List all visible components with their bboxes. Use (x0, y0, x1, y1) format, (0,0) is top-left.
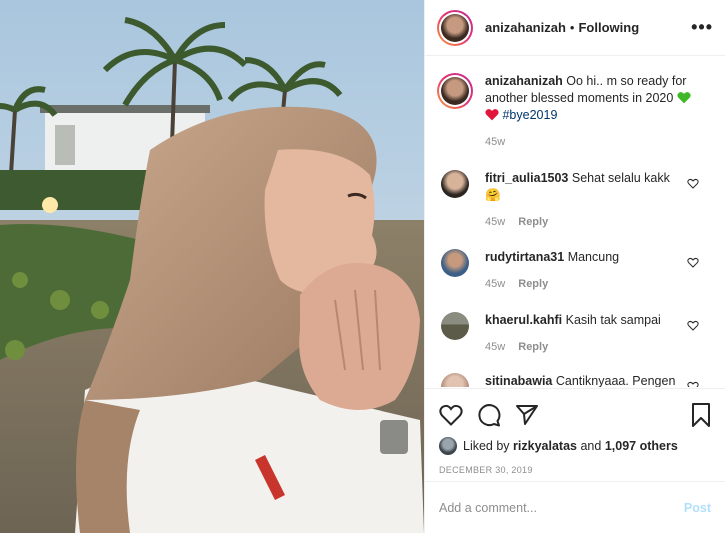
comment-bubble-icon[interactable] (477, 403, 501, 427)
likes-count[interactable]: 1,097 others (605, 439, 678, 453)
comments-list[interactable]: anizahanizah Oo hi.. m so ready for anot… (425, 57, 725, 387)
comment-avatar[interactable] (441, 249, 469, 277)
likes-and: and (580, 439, 602, 453)
red-heart-icon (485, 109, 499, 121)
comment-avatar[interactable] (441, 312, 469, 340)
likes-summary: Liked by rizkyalatas and 1,097 others (439, 437, 711, 455)
comment-body: khaerul.kahfi Kasih tak sampai 45w Reply (485, 312, 695, 356)
instagram-post: anizahanizah • Following ••• anizahaniza… (0, 0, 725, 533)
post-actions: Liked by rizkyalatas and 1,097 others DE… (425, 388, 725, 475)
post-side-panel: anizahanizah • Following ••• anizahaniza… (424, 0, 725, 533)
caption-meta: 45w (485, 134, 705, 151)
comment-like-icon[interactable] (687, 257, 699, 268)
liker-avatar[interactable] (439, 437, 457, 455)
action-icons (439, 401, 711, 429)
author-avatar[interactable] (437, 9, 473, 46)
comment-text: Sehat selalu kakk (571, 171, 670, 185)
caption-avatar[interactable] (437, 73, 473, 109)
post-photo[interactable] (0, 0, 424, 533)
heart-icon[interactable] (439, 404, 463, 426)
comment-time[interactable]: 45w (485, 216, 505, 228)
comment-text: Mancung (567, 250, 620, 264)
bookmark-icon[interactable] (691, 403, 711, 427)
caption-username[interactable]: anizahanizah (485, 74, 563, 88)
post-image (0, 0, 424, 533)
separator-dot: • (569, 20, 575, 35)
comment-avatar[interactable] (441, 170, 469, 198)
comment-like-icon[interactable] (687, 178, 699, 189)
liker-username[interactable]: rizkyalatas (513, 439, 577, 453)
comment-item: sitinabawia Cantiknyaaa. Pengen (425, 373, 725, 387)
more-options-icon[interactable]: ••• (691, 17, 713, 38)
comment-item: khaerul.kahfi Kasih tak sampai 45w Reply (425, 312, 725, 356)
comment-username[interactable]: fitri_aulia1503 (485, 171, 568, 185)
comment-username[interactable]: rudytirtana31 (485, 250, 564, 264)
comment-meta: 45w Reply (485, 276, 695, 293)
green-heart-icon (677, 92, 691, 104)
comment-item: rudytirtana31 Mancung 45w Reply (425, 249, 725, 293)
post-date[interactable]: DECEMBER 30, 2019 (439, 465, 711, 475)
comment-time[interactable]: 45w (485, 341, 505, 353)
following-button[interactable]: Following (578, 20, 639, 35)
comment-input[interactable]: Add a comment... (439, 501, 684, 515)
comment-like-icon[interactable] (687, 381, 699, 387)
comment-item: fitri_aulia1503 Sehat selalu kakk 🤗 45w … (425, 170, 725, 231)
comment-emoji: 🤗 (485, 188, 501, 202)
reply-button[interactable]: Reply (518, 341, 548, 353)
comment-body: rudytirtana31 Mancung 45w Reply (485, 249, 695, 293)
caption-body: anizahanizah Oo hi.. m so ready for anot… (485, 73, 705, 151)
post-header: anizahanizah • Following ••• (425, 0, 725, 56)
comment-meta: 45w Reply (485, 339, 695, 356)
comment-body: fitri_aulia1503 Sehat selalu kakk 🤗 45w … (485, 170, 695, 231)
post-button[interactable]: Post (684, 501, 711, 515)
reply-button[interactable]: Reply (518, 216, 548, 228)
reply-button[interactable]: Reply (518, 278, 548, 290)
add-comment-bar: Add a comment... Post (425, 481, 725, 533)
comment-text: Cantiknyaaa. Pengen (555, 374, 676, 387)
caption-time[interactable]: 45w (485, 136, 505, 148)
author-username[interactable]: anizahanizah (485, 20, 566, 35)
comment-meta: 45w Reply (485, 214, 695, 231)
comment-username[interactable]: khaerul.kahfi (485, 313, 562, 327)
comment-body: sitinabawia Cantiknyaaa. Pengen (485, 373, 695, 387)
comment-time[interactable]: 45w (485, 278, 505, 290)
comment-like-icon[interactable] (687, 320, 699, 331)
paper-plane-icon[interactable] (515, 404, 539, 426)
comment-avatar[interactable] (441, 373, 469, 387)
comment-text: Kasih tak sampai (565, 313, 661, 327)
caption: anizahanizah Oo hi.. m so ready for anot… (425, 57, 725, 151)
comment-username[interactable]: sitinabawia (485, 374, 552, 387)
caption-hashtag[interactable]: #bye2019 (502, 108, 557, 122)
likes-prefix: Liked by (463, 439, 510, 453)
